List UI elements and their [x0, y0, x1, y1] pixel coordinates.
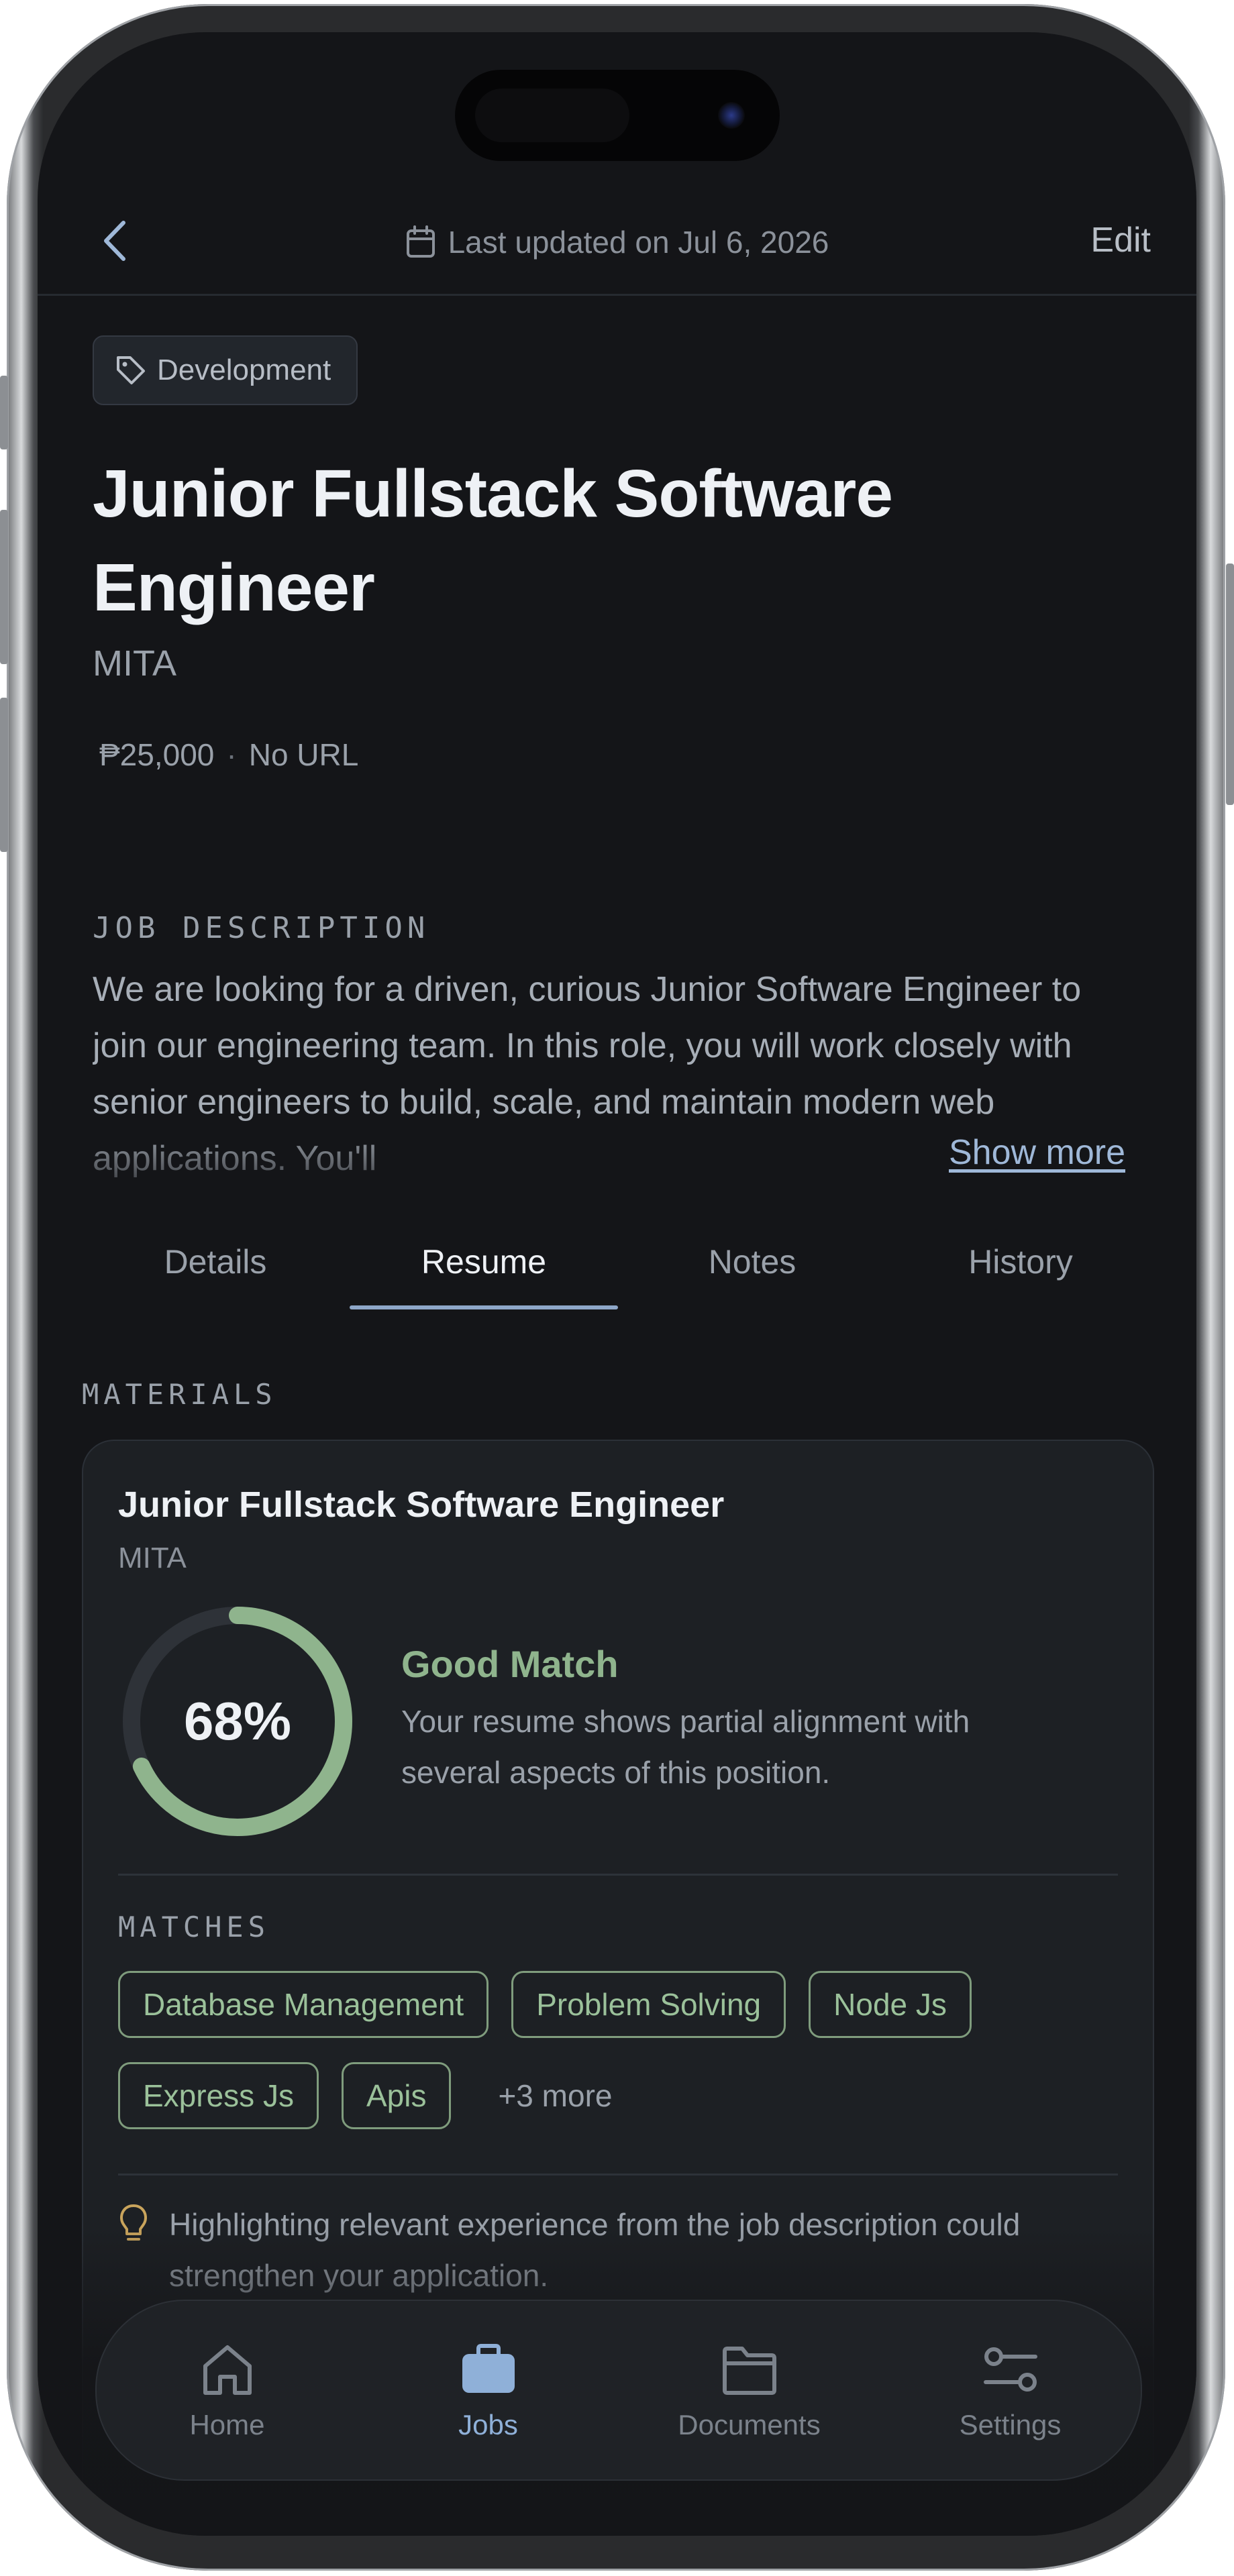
volume-down-button — [0, 698, 8, 852]
match-tag[interactable]: Problem Solving — [511, 1971, 786, 2038]
company-name: MITA — [93, 643, 176, 684]
nav-home[interactable]: Home — [97, 2339, 358, 2441]
nav-settings-label: Settings — [959, 2409, 1062, 2440]
sliders-icon — [983, 2347, 1037, 2392]
nav-home-label: Home — [189, 2409, 265, 2440]
matches-tags: Database Management Problem Solving Node… — [118, 1971, 1111, 2129]
nav-documents-label: Documents — [678, 2409, 821, 2440]
matches-label: MATCHES — [118, 1911, 270, 1943]
match-title: Good Match — [401, 1643, 619, 1685]
card-divider — [118, 2174, 1118, 2176]
edit-button[interactable]: Edit — [1090, 220, 1151, 260]
show-more-link[interactable]: Show more — [935, 1132, 1125, 1173]
tab-resume[interactable]: Resume — [350, 1225, 618, 1309]
materials-label: MATERIALS — [82, 1378, 277, 1411]
volume-up-button — [0, 510, 8, 664]
match-tag[interactable]: Node Js — [809, 1971, 972, 2038]
home-icon — [203, 2345, 252, 2395]
header-divider — [38, 294, 1196, 296]
match-score-text: 68% — [183, 1691, 292, 1751]
folder-icon — [722, 2347, 776, 2395]
salary: ₱25,000 — [99, 737, 215, 772]
nav-jobs-label: Jobs — [458, 2409, 518, 2440]
job-meta: ₱25,000 · No URL — [99, 737, 359, 772]
bottom-nav: Home Jobs Documents Settings — [95, 2300, 1142, 2481]
nav-documents[interactable]: Documents — [619, 2339, 880, 2441]
tab-notes[interactable]: Notes — [618, 1225, 886, 1305]
more-matches-link[interactable]: +3 more — [474, 2078, 612, 2114]
calendar-icon — [406, 225, 435, 258]
last-updated: Last updated on Jul 6, 2026 — [38, 224, 1196, 260]
match-description: Your resume shows partial alignment with… — [401, 1704, 970, 1790]
top-bar: Last updated on Jul 6, 2026 Edit — [38, 186, 1196, 287]
card-job-title: Junior Fullstack Software Engineer — [118, 1485, 725, 1525]
dynamic-island — [455, 70, 780, 161]
job-description-label: JOB DESCRIPTION — [93, 911, 430, 945]
power-button — [1226, 564, 1234, 805]
tag-icon — [117, 356, 145, 384]
nav-jobs[interactable]: Jobs — [358, 2339, 619, 2441]
category-label: Development — [157, 354, 331, 386]
last-updated-text: Last updated on Jul 6, 2026 — [448, 225, 829, 260]
match-tag[interactable]: Database Management — [118, 1971, 489, 2038]
card-divider — [118, 1874, 1118, 1876]
briefcase-icon — [462, 2344, 515, 2393]
job-title: Junior Fullstack Software Engineer — [93, 456, 893, 625]
card-company: MITA — [118, 1542, 187, 1574]
camera-icon — [718, 102, 745, 129]
tab-history[interactable]: History — [886, 1225, 1155, 1305]
tab-details[interactable]: Details — [81, 1225, 350, 1305]
action-button — [0, 376, 8, 449]
category-chip[interactable]: Development — [93, 335, 358, 405]
tab-bar: Details Resume Notes History — [81, 1225, 1155, 1309]
nav-settings[interactable]: Settings — [880, 2339, 1141, 2441]
job-url: No URL — [248, 737, 359, 772]
screen: Last updated on Jul 6, 2026 Edit Develop… — [38, 32, 1196, 2536]
match-tag[interactable]: Apis — [341, 2062, 452, 2129]
match-tag[interactable]: Express Js — [118, 2062, 319, 2129]
